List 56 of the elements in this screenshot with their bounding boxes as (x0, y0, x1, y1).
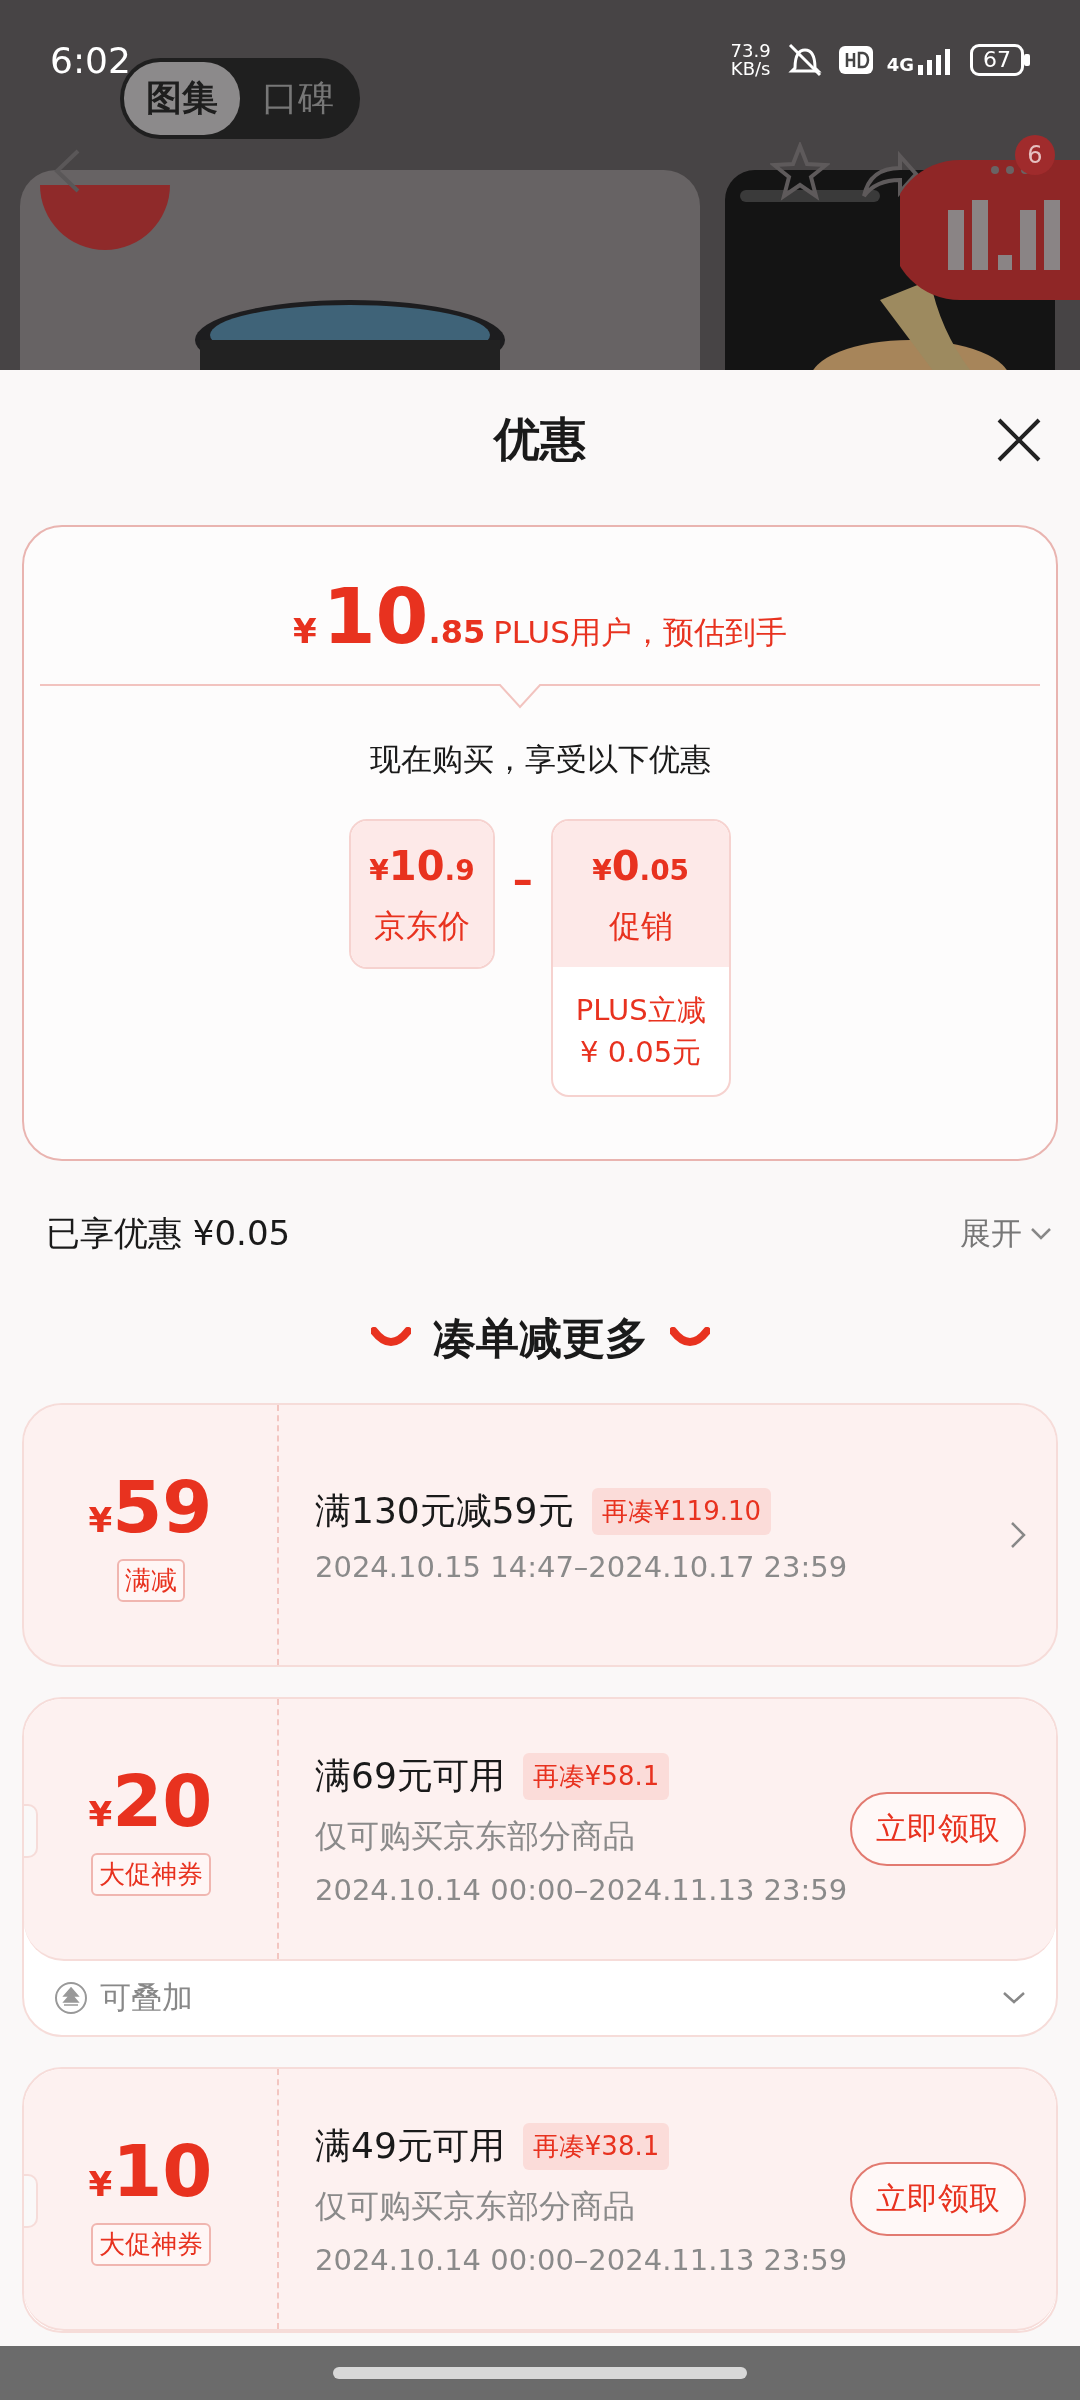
hd-icon (838, 46, 873, 74)
currency-sign: ¥ (369, 854, 389, 887)
remaining-amount-tag: 再凑¥58.1 (522, 1752, 670, 1800)
coupon-amount: 20 (112, 1762, 213, 1839)
gallery-tab[interactable]: 口碑 (240, 62, 356, 135)
chevron-down-icon (1030, 1227, 1052, 1241)
expand-button[interactable]: 展开 (954, 1212, 1058, 1256)
coupon-scope: 仅可购买京东部分商品 (315, 1815, 636, 1857)
star-icon[interactable] (770, 142, 830, 202)
currency-sign: ¥ (88, 2163, 113, 2204)
battery-cap-icon (1024, 54, 1030, 66)
coupon-condition: 满130元减59元 (315, 1488, 574, 1533)
network-speed: 73.9 (730, 42, 771, 60)
coupon-tag: 大促神券 (90, 1852, 211, 1896)
remaining-amount-tag: 再凑¥119.10 (591, 1487, 772, 1535)
section-title: 凑单减更多 (432, 1312, 648, 1365)
validity-period: 2024.10.14 00:00–2024.11.13 23:59 (315, 1872, 849, 1907)
discount-detail: PLUS立减 ¥ 0.05元 (574, 992, 707, 1071)
validity-period: 2024.10.14 00:00–2024.11.13 23:59 (315, 2242, 849, 2277)
breakdown-heading: 现在购买，享受以下优惠 (369, 740, 711, 779)
coupon-tag: 满减 (116, 1558, 185, 1602)
price-note: PLUS用户，预估到手 (493, 613, 787, 652)
currency-sign: ¥ (88, 1793, 113, 1834)
remaining-amount-tag: 再凑¥38.1 (522, 2122, 670, 2170)
term-label: 京东价 (374, 906, 470, 947)
coupon-tag: 大促神券 (90, 2222, 211, 2266)
term-label: 促销 (608, 906, 673, 947)
coupon-amount: 59 (112, 1468, 213, 1545)
speed-unit: KB/s (730, 60, 771, 78)
coupon-condition: 满69元可用 (315, 1753, 505, 1798)
share-icon[interactable] (860, 150, 920, 200)
price-decimal: .05 (639, 854, 690, 887)
price-decimal: .9 (444, 854, 475, 887)
sheet-title: 优惠 (494, 411, 586, 468)
coupon-amount: 10 (112, 2132, 213, 2209)
minus-sign: – (511, 857, 534, 903)
currency-sign: ¥ (88, 1499, 113, 1540)
validity-period: 2024.10.15 14:47–2024.10.17 23:59 (315, 1549, 849, 1584)
battery-level: 67 (970, 44, 1024, 76)
price-decimal: .85 (428, 613, 486, 651)
stackable-label: 可叠加 (100, 1978, 194, 2017)
chevron-right-icon[interactable] (1010, 1521, 1026, 1549)
price-integer: 10 (388, 843, 445, 889)
claim-button[interactable]: 立即领取 (850, 1792, 1026, 1866)
claim-button[interactable]: 立即领取 (850, 2162, 1026, 2236)
back-icon[interactable] (52, 148, 82, 194)
network-type: 4G (886, 54, 914, 75)
price-integer: 10 (322, 577, 429, 657)
price-integer: 0 (611, 843, 640, 889)
saved-amount: 已享优惠 ¥0.05 (46, 1212, 291, 1255)
coupon-scope: 仅可购买京东部分商品 (315, 2185, 636, 2227)
stack-icon (54, 1981, 88, 2015)
chevron-down-icon[interactable] (1002, 1991, 1026, 2005)
coupon-condition: 满49元可用 (315, 2123, 505, 2168)
currency-sign: ¥ (592, 854, 612, 887)
currency-sign: ¥ (293, 611, 317, 651)
